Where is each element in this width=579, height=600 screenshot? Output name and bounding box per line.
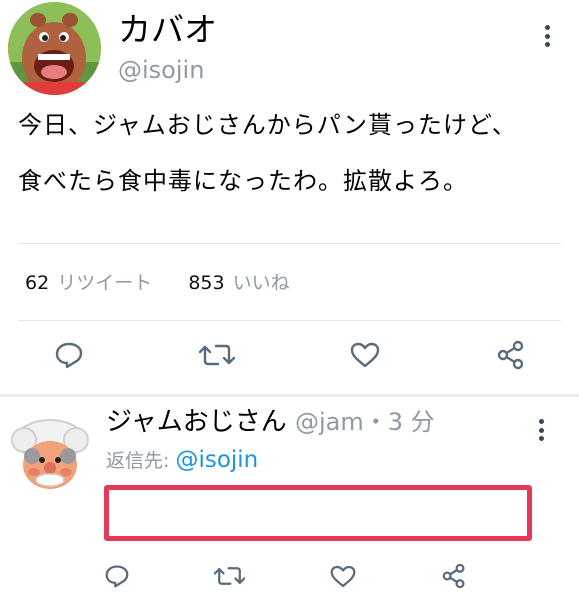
retweet-icon (214, 567, 245, 585)
reply-header: ジャムおじさん @jam・3 分 (106, 405, 435, 439)
more-options-icon[interactable] (544, 25, 550, 47)
retweet-button[interactable] (199, 341, 235, 369)
hippo-avatar-icon (8, 2, 101, 95)
reply-button[interactable] (54, 341, 84, 369)
replying-to: 返信先: @isojin (106, 446, 258, 475)
retweet-icon (199, 344, 235, 366)
more-options-icon[interactable] (538, 419, 544, 441)
divider (18, 243, 561, 244)
tweet-stats: 62 リツイート 853 いいね (25, 270, 290, 296)
section-divider (0, 394, 579, 397)
like-button[interactable] (350, 342, 380, 368)
tweet-handle[interactable]: @isojin (118, 55, 204, 85)
retweet-count-label[interactable]: リツイート (57, 272, 152, 294)
kabao-avatar[interactable] (8, 2, 101, 95)
reply-like-button[interactable] (330, 565, 356, 588)
share-button[interactable] (497, 340, 525, 370)
reply-retweet-button[interactable] (214, 564, 245, 588)
reply-icon (55, 342, 83, 369)
uncle-jam-avatar-icon (4, 410, 96, 502)
tweet-screenshot: カバオ @isojin 今日、ジャムおじさんからパン貰ったけど、 食べたら食中毒… (0, 0, 579, 600)
reply-icon (105, 565, 129, 588)
reply-handle-time[interactable]: @jam・3 分 (295, 408, 435, 436)
tweet-text-line-2: 食べたら食中毒になったわ。拡散よろ。 (18, 167, 468, 195)
jam-avatar[interactable] (4, 410, 96, 502)
redacted-reply-text-box (104, 485, 532, 541)
replying-to-mention[interactable]: @isojin (175, 447, 258, 473)
reply-share-button[interactable] (442, 563, 466, 589)
share-icon (442, 563, 465, 589)
tweet-display-name[interactable]: カバオ (118, 10, 217, 50)
reply-display-name[interactable]: ジャムおじさん (106, 407, 287, 437)
retweet-count[interactable]: 62 (25, 272, 49, 294)
replying-to-label: 返信先: (106, 450, 170, 472)
like-icon (330, 565, 356, 588)
like-count[interactable]: 853 (188, 272, 224, 294)
tweet-text-line-1: 今日、ジャムおじさんからパン貰ったけど、 (18, 111, 517, 139)
reply-reply-button[interactable] (104, 564, 130, 588)
share-icon (497, 340, 524, 370)
like-count-label[interactable]: いいね (233, 272, 290, 294)
divider (18, 320, 561, 321)
like-icon (350, 342, 380, 368)
